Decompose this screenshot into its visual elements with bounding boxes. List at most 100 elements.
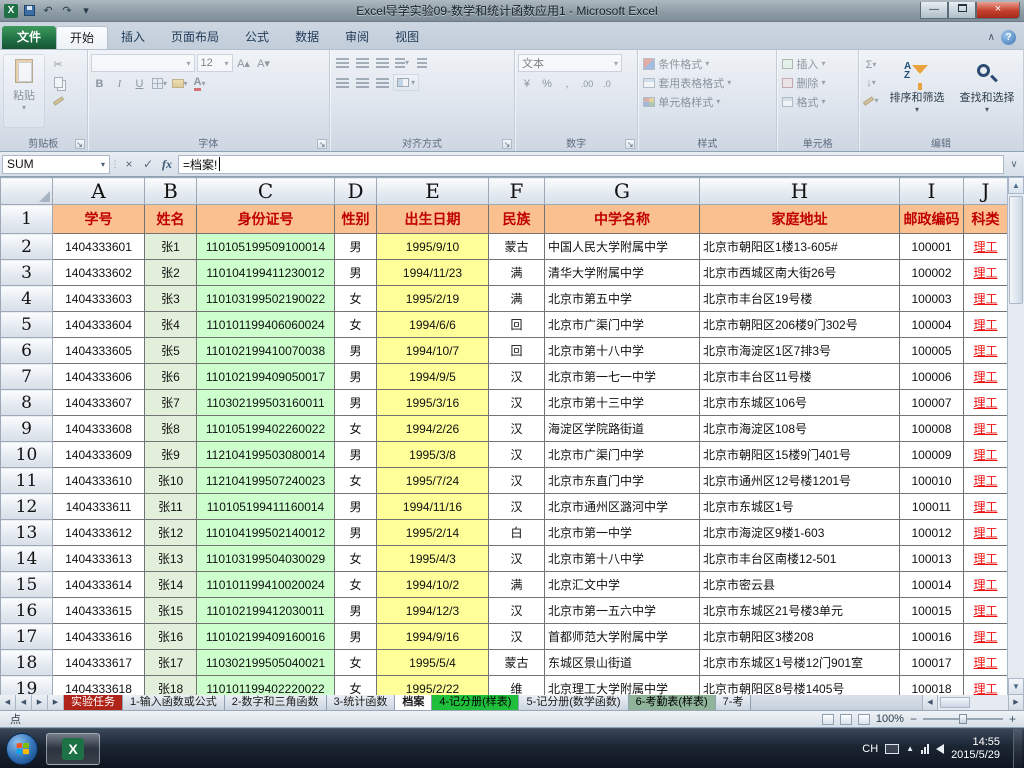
column-header-H[interactable]: H	[699, 177, 900, 205]
name-box[interactable]: SUM ▾	[2, 154, 110, 174]
format-as-table-button[interactable]: 套用表格格式 ▾	[641, 73, 773, 92]
sheet-tab-1[interactable]: 1-输入函数或公式	[123, 695, 225, 710]
cell-G6[interactable]: 北京市第十八中学	[544, 337, 700, 364]
cell-J8[interactable]: 理工	[963, 389, 1008, 416]
cell-C18[interactable]: 110302199505040021	[196, 649, 335, 676]
cell-B1[interactable]: 姓名	[144, 204, 197, 234]
cell-D18[interactable]: 女	[334, 649, 377, 676]
last-sheet-button[interactable]: ▶	[48, 695, 64, 710]
cell-G7[interactable]: 北京市第一七一中学	[544, 363, 700, 390]
cell-D4[interactable]: 女	[334, 285, 377, 312]
cell-F10[interactable]: 汉	[488, 441, 545, 468]
expand-formula-bar-button[interactable]: ∨	[1006, 159, 1022, 170]
cell-A10[interactable]: 1404333609	[52, 441, 145, 468]
cell-E2[interactable]: 1995/9/10	[376, 233, 489, 260]
cell-D9[interactable]: 女	[334, 415, 377, 442]
zoom-in-button[interactable]: +	[1009, 713, 1016, 725]
file-tab[interactable]: 文件	[2, 26, 56, 49]
cell-B16[interactable]: 张15	[144, 597, 197, 624]
cell-G2[interactable]: 中国人民大学附属中学	[544, 233, 700, 260]
qat-customize-button[interactable]: ▾	[78, 3, 94, 19]
cell-D3[interactable]: 男	[334, 259, 377, 286]
cell-D8[interactable]: 男	[334, 389, 377, 416]
cell-G10[interactable]: 北京市广渠门中学	[544, 441, 700, 468]
clear-button[interactable]: ▾	[862, 92, 880, 109]
cell-G18[interactable]: 东城区景山街道	[544, 649, 700, 676]
cell-F18[interactable]: 蒙古	[488, 649, 545, 676]
column-header-C[interactable]: C	[196, 177, 335, 205]
cell-J1[interactable]: 科类	[963, 204, 1008, 234]
cell-E8[interactable]: 1995/3/16	[376, 389, 489, 416]
cell-H15[interactable]: 北京市密云县	[699, 571, 900, 598]
cell-D13[interactable]: 男	[334, 519, 377, 546]
cell-D11[interactable]: 女	[334, 467, 377, 494]
format-cells-button[interactable]: 格式 ▾	[780, 92, 855, 111]
cell-B17[interactable]: 张16	[144, 623, 197, 650]
cell-A1[interactable]: 学号	[52, 204, 145, 234]
sheet-tab-0[interactable]: 实验任务	[64, 695, 123, 710]
column-header-A[interactable]: A	[52, 177, 145, 205]
cell-A17[interactable]: 1404333616	[52, 623, 145, 650]
cell-A9[interactable]: 1404333608	[52, 415, 145, 442]
cell-I11[interactable]: 100010	[899, 467, 964, 494]
hscroll-track[interactable]	[938, 695, 1008, 710]
row-header-5[interactable]: 5	[0, 311, 53, 338]
column-header-B[interactable]: B	[144, 177, 197, 205]
cell-C10[interactable]: 112104199503080014	[196, 441, 335, 468]
cell-I15[interactable]: 100014	[899, 571, 964, 598]
cell-E14[interactable]: 1995/4/3	[376, 545, 489, 572]
cell-E19[interactable]: 1995/2/22	[376, 675, 489, 695]
page-layout-view-button[interactable]	[839, 713, 852, 725]
save-button[interactable]	[21, 3, 37, 19]
cell-C2[interactable]: 110105199509100014	[196, 233, 335, 260]
cell-H7[interactable]: 北京市丰台区11号楼	[699, 363, 900, 390]
ribbon-tab-6[interactable]: 视图	[382, 26, 432, 49]
sheet-tab-8[interactable]: 7-考	[715, 695, 752, 710]
cell-B5[interactable]: 张4	[144, 311, 197, 338]
sheet-tab-2[interactable]: 2-数字和三角函数	[224, 695, 327, 710]
cell-J9[interactable]: 理工	[963, 415, 1008, 442]
row-header-4[interactable]: 4	[0, 285, 53, 312]
cell-F7[interactable]: 汉	[488, 363, 545, 390]
cell-B18[interactable]: 张17	[144, 649, 197, 676]
cell-B14[interactable]: 张13	[144, 545, 197, 572]
cell-G1[interactable]: 中学名称	[544, 204, 700, 234]
ribbon-tab-5[interactable]: 审阅	[332, 26, 382, 49]
cell-J16[interactable]: 理工	[963, 597, 1008, 624]
cell-F11[interactable]: 汉	[488, 467, 545, 494]
sheet-tab-3[interactable]: 3-统计函数	[326, 695, 396, 710]
align-bottom-button[interactable]	[373, 54, 391, 71]
start-button[interactable]	[6, 732, 38, 765]
insert-cells-button[interactable]: 插入 ▾	[780, 54, 855, 73]
orientation-button[interactable]: ▾	[393, 54, 411, 71]
increase-decimal-button[interactable]: .00	[578, 75, 596, 92]
cell-J14[interactable]: 理工	[963, 545, 1008, 572]
cell-J11[interactable]: 理工	[963, 467, 1008, 494]
insert-function-button[interactable]: fx	[158, 155, 176, 174]
vertical-scroll-thumb[interactable]	[1009, 196, 1023, 304]
taskbar-excel-button[interactable]: X	[46, 732, 100, 765]
cell-F4[interactable]: 满	[488, 285, 545, 312]
clipboard-dialog-launcher[interactable]: ↘	[74, 139, 85, 149]
row-header-10[interactable]: 10	[0, 441, 53, 468]
cell-E9[interactable]: 1994/2/26	[376, 415, 489, 442]
cell-I13[interactable]: 100012	[899, 519, 964, 546]
cell-E12[interactable]: 1994/11/16	[376, 493, 489, 520]
cell-E13[interactable]: 1995/2/14	[376, 519, 489, 546]
cell-E10[interactable]: 1995/3/8	[376, 441, 489, 468]
scroll-up-button[interactable]: ▲	[1008, 177, 1024, 194]
cell-G3[interactable]: 清华大学附属中学	[544, 259, 700, 286]
cell-G4[interactable]: 北京市第五中学	[544, 285, 700, 312]
cell-F15[interactable]: 满	[488, 571, 545, 598]
row-header-13[interactable]: 13	[0, 519, 53, 546]
cell-G8[interactable]: 北京市第十三中学	[544, 389, 700, 416]
format-painter-button[interactable]	[49, 92, 67, 109]
clock[interactable]: 14:55 2015/5/29	[951, 736, 1006, 762]
first-sheet-button[interactable]: ◀	[0, 695, 16, 710]
cell-J2[interactable]: 理工	[963, 233, 1008, 260]
cell-F1[interactable]: 民族	[488, 204, 545, 234]
decrease-decimal-button[interactable]: .0	[598, 75, 616, 92]
cell-C11[interactable]: 112104199507240023	[196, 467, 335, 494]
cell-H19[interactable]: 北京市朝阳区8号楼1405号	[699, 675, 900, 695]
cell-I3[interactable]: 100002	[899, 259, 964, 286]
